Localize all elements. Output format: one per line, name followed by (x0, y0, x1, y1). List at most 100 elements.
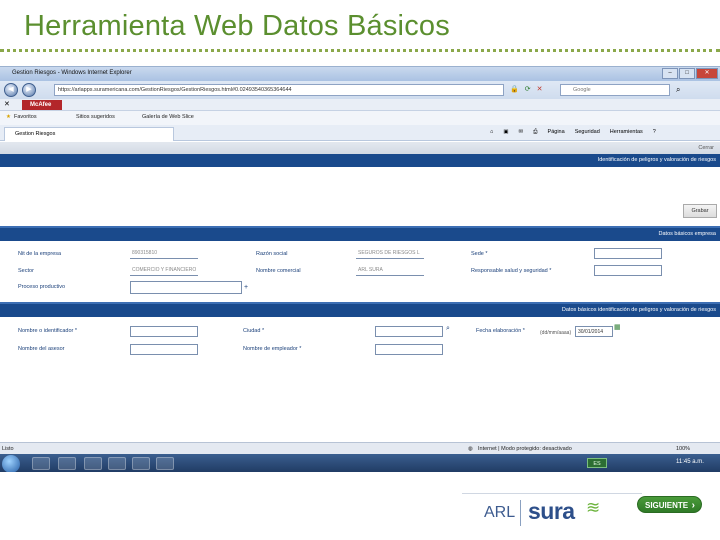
lock-icon[interactable]: 🔒 (510, 85, 519, 93)
search-input[interactable]: Google (560, 84, 670, 96)
next-button[interactable]: SIGUIENTE › (637, 496, 702, 513)
header-identification-bar: Identificación de peligros y valoración … (0, 154, 720, 167)
section-identification-title: Datos básicos identificación de peligros… (561, 307, 716, 313)
tab-gestion-riesgos[interactable]: Gestion Riesgos (4, 127, 174, 141)
taskbar-chrome-icon[interactable] (108, 457, 126, 470)
favorites-button[interactable]: Favoritos (14, 114, 37, 120)
taskbar-media-icon[interactable] (84, 457, 102, 470)
calendar-icon[interactable]: ▦ (614, 323, 621, 331)
security-menu[interactable]: Seguridad (575, 129, 600, 136)
sura-swoosh-icon: ≋ (586, 498, 601, 517)
taskbar-app2-icon[interactable] (156, 457, 174, 470)
feeds-icon[interactable]: ▣ (503, 129, 508, 136)
razon-social-label: Razón social (256, 251, 288, 257)
ciudad-label: Ciudad * (243, 328, 265, 334)
section-identification-bar: Datos básicos identificación de peligros… (0, 304, 720, 317)
window-title: Gestion Riesgos - Windows Internet Explo… (12, 70, 132, 76)
chevron-right-icon: › (691, 500, 695, 511)
tab-bar: Gestion Riesgos ⌂ ▣ ✉ ⎙ Página Seguridad… (0, 125, 720, 141)
close-toolbar-icon[interactable]: ✕ (4, 100, 10, 108)
page-menu[interactable]: Página (548, 129, 565, 136)
fecha-field[interactable]: 30/01/2014 (575, 326, 613, 337)
taskbar-folder-icon[interactable] (58, 457, 76, 470)
empleador-field[interactable] (375, 344, 443, 355)
web-slice-link[interactable]: Galería de Web Slice (142, 114, 194, 120)
favorites-bar: ★ Favoritos Sitios sugeridos Galería de … (0, 111, 720, 125)
sede-label: Sede * (471, 251, 488, 257)
empleador-label: Nombre de empleador * (243, 346, 302, 352)
slide-title: Herramienta Web Datos Básicos (24, 10, 450, 42)
back-icon[interactable]: ◀ (4, 83, 18, 97)
taskbar-app-icon[interactable] (132, 457, 150, 470)
section-company-bar: Datos básicos empresa (0, 228, 720, 241)
responsable-label: Responsable salud y seguridad * (471, 268, 552, 274)
system-clock: 11:45 a.m. (676, 459, 704, 465)
globe-icon: ◍ (468, 446, 473, 452)
asesor-field[interactable] (130, 344, 198, 355)
home-icon[interactable]: ⌂ (490, 129, 493, 136)
addon-toolbar: ✕ McAfee (0, 99, 720, 111)
sura-logo: sura (528, 498, 575, 524)
arl-logo-text: ARL (484, 504, 516, 521)
suggested-sites-link[interactable]: Sitios sugeridos (76, 114, 115, 120)
mail-icon[interactable]: ✉ (519, 129, 524, 136)
zoom-level[interactable]: 100% (676, 446, 690, 452)
asesor-label: Nombre del asesor (18, 346, 65, 352)
status-ready: Listo (2, 446, 14, 452)
forward-icon[interactable]: ▶ (22, 83, 36, 97)
responsable-field[interactable] (594, 265, 662, 276)
close-link[interactable]: Cerrar (698, 145, 714, 151)
star-icon[interactable]: ★ (6, 114, 11, 120)
browser-window: Gestion Riesgos - Windows Internet Explo… (0, 66, 720, 472)
header-identification-text: Identificación de peligros y valoración … (597, 157, 716, 163)
windows-taskbar: ES 11:45 a.m. (0, 454, 720, 472)
search-icon[interactable]: ⌕ (676, 85, 680, 95)
taskbar-ie-icon[interactable] (32, 457, 50, 470)
next-button-label: SIGUIENTE (645, 501, 689, 510)
nombre-identificador-label: Nombre o identificador * (18, 328, 78, 334)
tools-menu[interactable]: Herramientas (610, 129, 643, 136)
start-button[interactable] (2, 455, 20, 472)
nombre-identificador-field[interactable] (130, 326, 198, 337)
nit-label: Nit de la empresa (18, 251, 62, 257)
sede-field[interactable] (594, 248, 662, 259)
help-icon[interactable]: ? (653, 129, 656, 136)
save-button[interactable]: Grabar (683, 204, 717, 218)
footer-rule (462, 493, 642, 494)
status-bar: Listo ◍ Internet | Modo protegido: desac… (0, 442, 720, 454)
close-window-button[interactable]: ✕ (696, 68, 718, 79)
fecha-label: Fecha elaboración * (476, 328, 525, 334)
minimize-button[interactable]: – (662, 68, 678, 79)
command-bar: ⌂ ▣ ✉ ⎙ Página Seguridad Herramientas ? (490, 129, 656, 136)
browser-titlebar: Gestion Riesgos - Windows Internet Explo… (0, 67, 720, 81)
title-dotted-rule (0, 49, 720, 52)
tab-label: Gestion Riesgos (15, 131, 56, 137)
ciudad-field[interactable] (375, 326, 443, 337)
add-icon[interactable]: + (244, 284, 248, 291)
section-company-title: Datos básicos empresa (658, 231, 716, 237)
nombre-comercial-field: ARL SURA (356, 265, 424, 276)
maximize-button[interactable]: □ (679, 68, 695, 79)
address-bar: ◀ ▶ https://arlapps.suramericana.com/Ges… (0, 81, 720, 99)
date-format-hint: (dd/mm/aaaa) (540, 330, 572, 336)
search-city-icon[interactable]: ⌕ (446, 325, 450, 333)
refresh-icon[interactable]: ⟳ (525, 85, 531, 93)
brand-divider (520, 500, 521, 526)
sector-field: COMERCIO Y FINANCIERO (130, 265, 198, 276)
slide: Herramienta Web Datos Básicos Gestion Ri… (0, 0, 720, 540)
stop-icon[interactable]: ✕ (537, 85, 543, 93)
proceso-textarea[interactable] (130, 281, 242, 294)
window-controls: – □ ✕ (662, 68, 718, 79)
mcafee-button[interactable]: McAfee (22, 100, 62, 110)
address-icons: 🔒 ⟳ ✕ (510, 85, 542, 93)
language-indicator[interactable]: ES (587, 458, 607, 468)
nombre-comercial-label: Nombre comercial (256, 268, 301, 274)
proceso-label: Proceso productivo (18, 284, 66, 290)
nit-field: 890315810 (130, 248, 198, 259)
sector-label: Sector (18, 268, 34, 274)
razon-social-field: SEGUROS DE RIESGOS L (356, 248, 424, 259)
close-bar: Cerrar (0, 142, 720, 154)
print-icon[interactable]: ⎙ (533, 129, 537, 136)
url-input[interactable]: https://arlapps.suramericana.com/Gestion… (54, 84, 504, 96)
web-page: Cerrar Identificación de peligros y valo… (0, 142, 720, 442)
